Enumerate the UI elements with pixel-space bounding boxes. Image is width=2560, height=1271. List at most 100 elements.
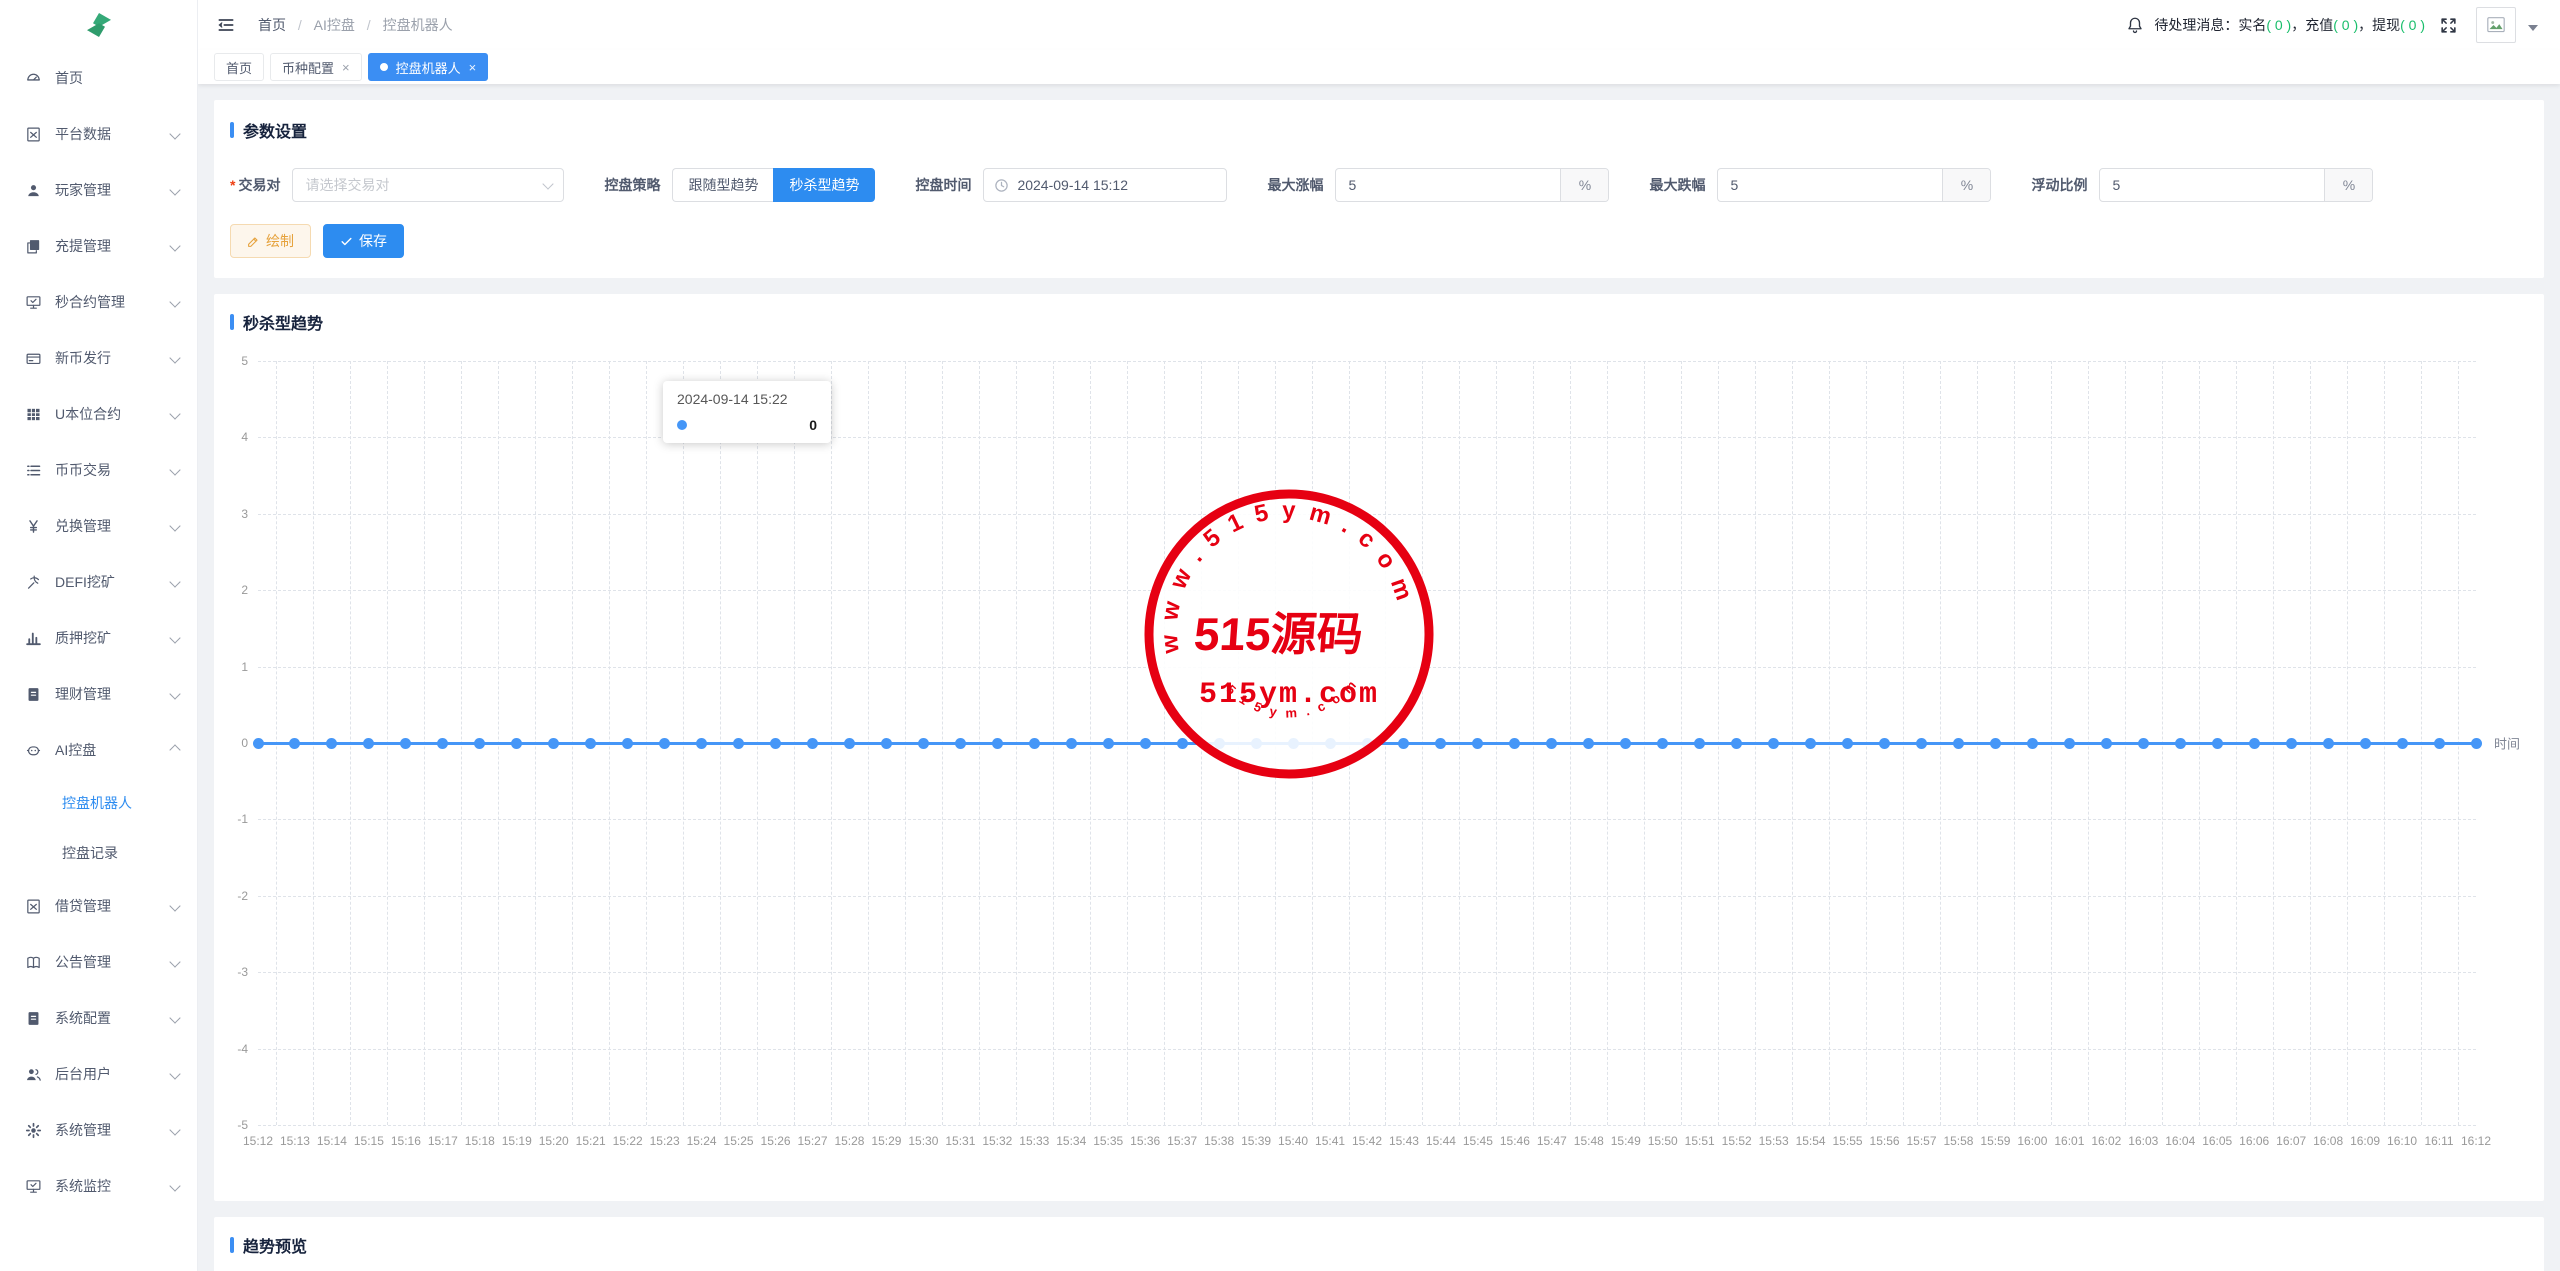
data-point[interactable] <box>1066 738 1077 749</box>
data-point[interactable] <box>548 738 559 749</box>
sidebar-item-defi-mining[interactable]: DEFI挖矿 <box>0 554 197 610</box>
data-point[interactable] <box>1620 738 1631 749</box>
params-title: 参数设置 <box>230 118 2528 142</box>
data-point[interactable] <box>918 738 929 749</box>
sidebar-item-system-monitor[interactable]: 系统监控 <box>0 1158 197 1214</box>
sidebar-collapse-icon[interactable] <box>216 14 238 36</box>
sidebar-item-exchange-mgmt[interactable]: 兑换管理 <box>0 498 197 554</box>
data-point[interactable] <box>992 738 1003 749</box>
data-point[interactable] <box>1879 738 1890 749</box>
tab-close-icon[interactable]: × <box>342 61 350 74</box>
tab-control-robot[interactable]: 控盘机器人× <box>368 53 489 81</box>
data-point[interactable] <box>2286 738 2297 749</box>
data-point[interactable] <box>1731 738 1742 749</box>
draw-button[interactable]: 绘制 <box>230 224 311 258</box>
sidebar-item-second-contract[interactable]: 秒合约管理 <box>0 274 197 330</box>
tab-coin-config[interactable]: 币种配置× <box>270 53 362 81</box>
data-point[interactable] <box>2064 738 2075 749</box>
data-point[interactable] <box>437 738 448 749</box>
data-point[interactable] <box>1657 738 1668 749</box>
save-button[interactable]: 保存 <box>323 224 404 258</box>
data-point[interactable] <box>1805 738 1816 749</box>
data-point[interactable] <box>2397 738 2408 749</box>
data-point[interactable] <box>770 738 781 749</box>
sidebar-item-stake-mining[interactable]: 质押挖矿 <box>0 610 197 666</box>
data-point[interactable] <box>844 738 855 749</box>
data-point[interactable] <box>2434 738 2445 749</box>
sidebar-item-deposit-withdraw[interactable]: 充提管理 <box>0 218 197 274</box>
data-point[interactable] <box>400 738 411 749</box>
sidebar-item-home[interactable]: 首页 <box>0 50 197 106</box>
data-point[interactable] <box>1768 738 1779 749</box>
data-point[interactable] <box>1953 738 1964 749</box>
sidebar-item-u-contract[interactable]: U本位合约 <box>0 386 197 442</box>
sidebar-item-new-coin-issue[interactable]: 新币发行 <box>0 330 197 386</box>
fullscreen-icon[interactable] <box>2439 16 2458 35</box>
data-point[interactable] <box>696 738 707 749</box>
data-point[interactable] <box>659 738 670 749</box>
x-tick-label: 15:13 <box>280 1134 310 1148</box>
sidebar-subitem-control-records[interactable]: 控盘记录 <box>0 828 197 878</box>
document-icon <box>24 685 42 703</box>
max-fall-input[interactable]: 5 <box>1718 169 1942 201</box>
data-point[interactable] <box>1990 738 2001 749</box>
chart-tooltip: 2024-09-14 15:22 0 <box>663 381 831 443</box>
data-point[interactable] <box>807 738 818 749</box>
data-point[interactable] <box>363 738 374 749</box>
pair-select[interactable]: 请选择交易对 <box>292 168 564 202</box>
bell-icon[interactable] <box>2126 16 2144 34</box>
app-logo <box>0 0 197 50</box>
sidebar-item-announcement[interactable]: 公告管理 <box>0 934 197 990</box>
data-point[interactable] <box>2138 738 2149 749</box>
data-point[interactable] <box>326 738 337 749</box>
breadcrumb-ai-control[interactable]: AI控盘 <box>314 17 355 33</box>
sidebar-item-player-mgmt[interactable]: 玩家管理 <box>0 162 197 218</box>
data-point[interactable] <box>2212 738 2223 749</box>
avatar[interactable] <box>2476 7 2516 43</box>
float-ratio-input[interactable]: 5 <box>2100 169 2324 201</box>
data-point[interactable] <box>1694 738 1705 749</box>
strategy-option-1[interactable]: 跟随型趋势 <box>672 168 773 202</box>
data-point[interactable] <box>1583 738 1594 749</box>
data-point[interactable] <box>622 738 633 749</box>
data-point[interactable] <box>1472 738 1483 749</box>
data-point[interactable] <box>1103 738 1114 749</box>
data-point[interactable] <box>1029 738 1040 749</box>
data-point[interactable] <box>1842 738 1853 749</box>
strategy-option-2[interactable]: 秒杀型趋势 <box>773 168 875 202</box>
data-point[interactable] <box>585 738 596 749</box>
data-point[interactable] <box>1546 738 1557 749</box>
data-point[interactable] <box>733 738 744 749</box>
data-point[interactable] <box>2175 738 2186 749</box>
control-time-input[interactable]: 2024-09-14 15:12 <box>983 168 1227 202</box>
data-point[interactable] <box>2471 738 2482 749</box>
sidebar-item-admin-users[interactable]: 后台用户 <box>0 1046 197 1102</box>
data-point[interactable] <box>511 738 522 749</box>
tab-home[interactable]: 首页 <box>214 53 264 81</box>
data-point[interactable] <box>2249 738 2260 749</box>
sidebar-item-loan-mgmt[interactable]: 借贷管理 <box>0 878 197 934</box>
tab-close-icon[interactable]: × <box>469 61 477 74</box>
sidebar-item-system-mgmt[interactable]: 系统管理 <box>0 1102 197 1158</box>
copy-icon <box>24 237 42 255</box>
data-point[interactable] <box>2027 738 2038 749</box>
data-point[interactable] <box>955 738 966 749</box>
caret-down-icon[interactable] <box>2528 25 2538 31</box>
sidebar-item-ai-market-control[interactable]: AI控盘 <box>0 722 197 778</box>
data-point[interactable] <box>253 738 264 749</box>
max-rise-input[interactable]: 5 <box>1336 169 1560 201</box>
data-point[interactable] <box>1509 738 1520 749</box>
data-point[interactable] <box>1916 738 1927 749</box>
data-point[interactable] <box>2323 738 2334 749</box>
data-point[interactable] <box>289 738 300 749</box>
data-point[interactable] <box>2360 738 2371 749</box>
sidebar-subitem-control-robot[interactable]: 控盘机器人 <box>0 778 197 828</box>
data-point[interactable] <box>2101 738 2112 749</box>
sidebar-item-system-config[interactable]: 系统配置 <box>0 990 197 1046</box>
sidebar-item-platform-data[interactable]: 平台数据 <box>0 106 197 162</box>
data-point[interactable] <box>474 738 485 749</box>
sidebar-item-wealth-mgmt[interactable]: 理财管理 <box>0 666 197 722</box>
breadcrumb-home[interactable]: 首页 <box>258 17 286 33</box>
sidebar-item-spot-trade[interactable]: 币币交易 <box>0 442 197 498</box>
data-point[interactable] <box>881 738 892 749</box>
